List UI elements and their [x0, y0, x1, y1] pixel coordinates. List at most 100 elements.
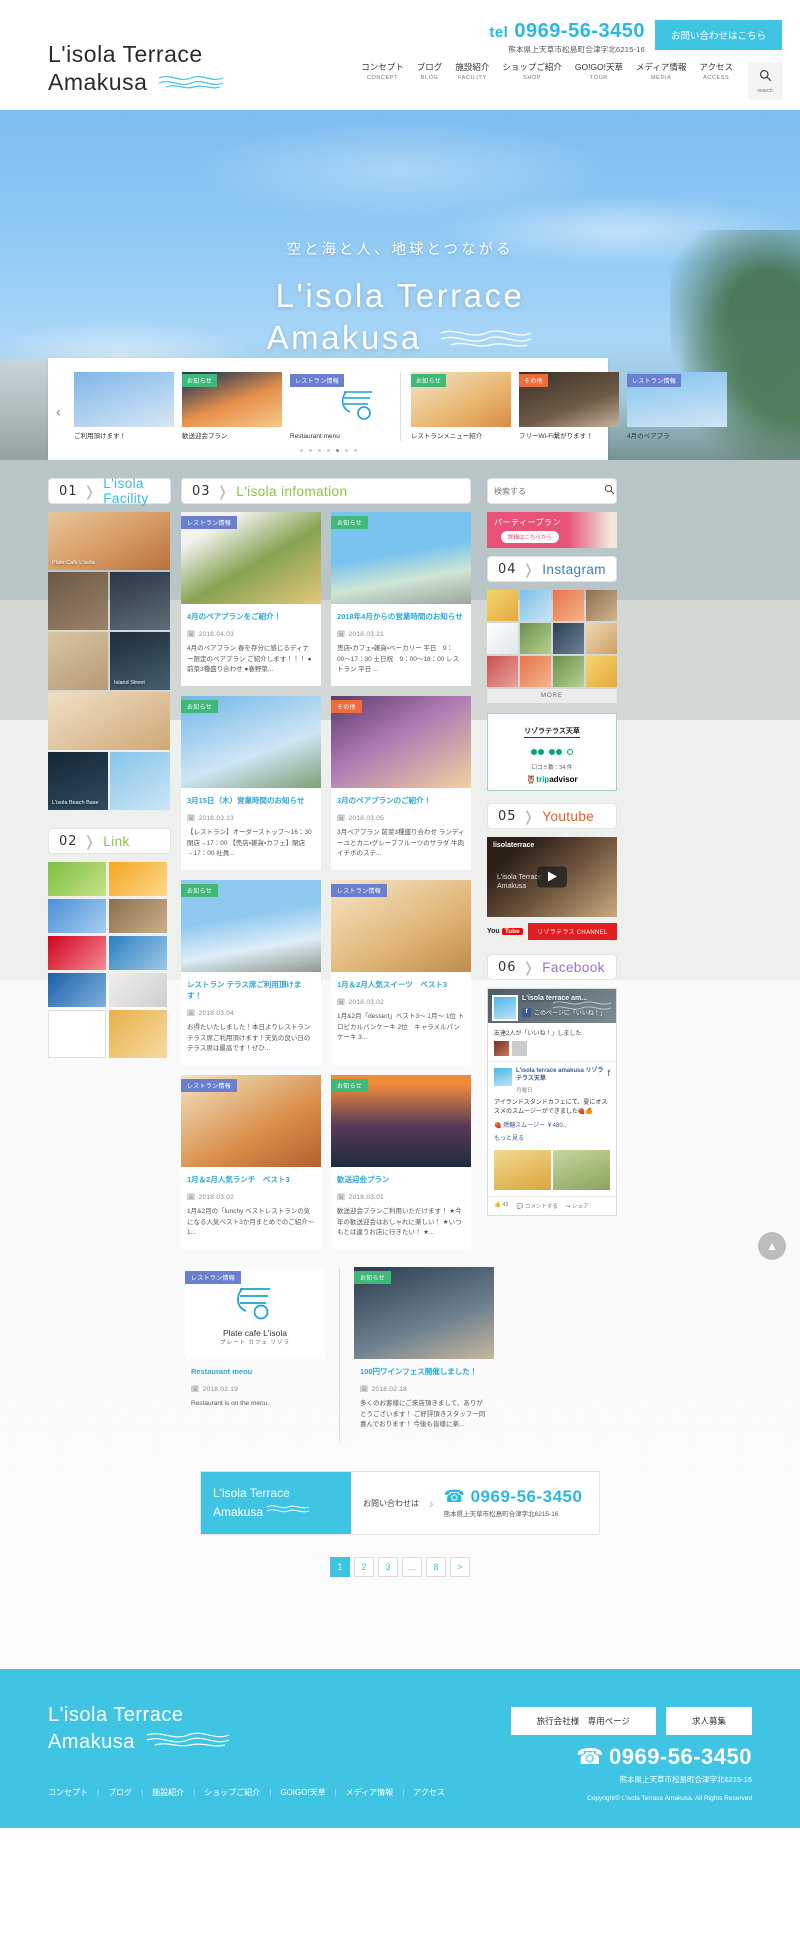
carousel-dots[interactable]	[48, 449, 608, 453]
instagram-photo[interactable]	[487, 623, 518, 654]
instagram-photo[interactable]	[553, 656, 584, 687]
instagram-more-button[interactable]: MORE	[487, 689, 617, 703]
footer-nav-facility[interactable]: 施設紹介	[143, 1787, 193, 1798]
tripadvisor-widget[interactable]: リゾラテラス天草 口コミ数：34 件 🦉tripadvisor	[487, 713, 617, 791]
youtube-video-player[interactable]: lisolaterrace L'isola Terrace Amakusa	[487, 837, 617, 917]
link-tile[interactable]	[109, 1010, 167, 1058]
facebook-post-link[interactable]: 🍓 燃糖スムージー ￥480...	[494, 1122, 610, 1132]
news-card[interactable]: レストラン情報 1月＆2月人気ランチ ベスト3 🗓 2018.03.02 1月&2…	[181, 1074, 321, 1249]
footer-logo[interactable]: L'isola Terrace Amakusa	[48, 1703, 231, 1757]
search-bar[interactable]	[487, 478, 617, 504]
nav-item-shop[interactable]: ショップご紹介 SHOP	[502, 62, 562, 81]
recruitment-button[interactable]: 求人募集	[665, 1707, 752, 1736]
link-tile[interactable]	[48, 899, 106, 933]
facility-tile[interactable]: Plate Cafe L'isola	[48, 512, 170, 570]
page-button-3[interactable]: 3	[378, 1557, 398, 1578]
footer-nav-media[interactable]: メディア情報	[337, 1787, 402, 1798]
facility-tile[interactable]: Island Street	[110, 632, 170, 690]
facebook-comment-action[interactable]: 💬 コメントする	[517, 1202, 558, 1210]
footer-telephone[interactable]: ☎ 0969-56-3450	[576, 1744, 752, 1770]
instagram-photo[interactable]	[586, 590, 617, 621]
section-header-youtube[interactable]: 05 ❭ Youtube	[487, 803, 617, 829]
news-card[interactable]: お知らせ レストラン テラス席ご利用頂けます！ 🗓 2018.03.04 お得たい…	[181, 880, 321, 1065]
instagram-photo[interactable]	[487, 656, 518, 687]
party-plan-banner[interactable]: パーティープラン 詳細はこちらから	[487, 512, 617, 548]
nav-item-media[interactable]: メディア情報 MEDIA	[636, 62, 686, 81]
carousel-dot[interactable]	[299, 449, 303, 453]
carousel-prev-button[interactable]: ‹	[56, 404, 61, 421]
link-tile[interactable]	[109, 862, 167, 896]
facebook-share-action[interactable]: ↪ シェア	[566, 1202, 589, 1210]
scroll-to-top-button[interactable]: ▲	[758, 1232, 786, 1260]
page-button-1[interactable]: 1	[330, 1557, 350, 1578]
section-header-facebook[interactable]: 06 ❭ Facebook	[487, 954, 617, 980]
facility-tile[interactable]	[110, 572, 170, 630]
instagram-photo[interactable]	[586, 656, 617, 687]
facility-tile[interactable]	[48, 632, 108, 690]
contact-strip-telephone[interactable]: ☎ 0969-56-3450	[444, 1487, 583, 1507]
carousel-dot[interactable]	[344, 449, 348, 453]
facebook-post-more[interactable]: もっと見る	[494, 1135, 610, 1145]
site-logo[interactable]: L'isola Terrace Amakusa	[48, 40, 224, 98]
news-card[interactable]: レストラン情報 1月＆2月人気スイーツ ベスト3 🗓 2018.03.02 1月&…	[331, 880, 471, 1065]
facility-tile[interactable]	[110, 752, 170, 810]
news-card[interactable]: レストラン情報 4月のペアプランをご紹介！ 🗓 2018.04.03 4月のペアプ…	[181, 512, 321, 687]
search-input[interactable]	[494, 486, 604, 496]
news-card[interactable]: レストラン情報 Plate cafe L'isola プレート カフェ リゾラ	[185, 1267, 325, 1441]
instagram-photo[interactable]	[487, 590, 518, 621]
carousel-item[interactable]: お知らせ 歓送迎会プラン	[182, 372, 282, 441]
carousel-item[interactable]: ご利用頂けます！	[74, 372, 174, 441]
section-header-link[interactable]: 02 ❭ Link	[48, 828, 171, 854]
link-tile[interactable]	[109, 899, 167, 933]
carousel-dot[interactable]	[353, 449, 357, 453]
instagram-photo[interactable]	[520, 623, 551, 654]
play-button-icon[interactable]	[537, 866, 567, 888]
news-card[interactable]: お知らせ 歓送迎会プラン 🗓 2018.03.01 歓送迎会プランご利用いただけま…	[331, 1074, 471, 1249]
nav-item-facility[interactable]: 施設紹介 FACILITY	[455, 62, 489, 81]
carousel-dot[interactable]	[308, 449, 312, 453]
nav-item-blog[interactable]: ブログ BLOG	[417, 62, 443, 81]
header-telephone[interactable]: tel 0969-56-3450	[489, 20, 645, 42]
contact-button[interactable]: お問い合わせはこちら	[654, 20, 782, 50]
instagram-photo[interactable]	[586, 623, 617, 654]
carousel-item[interactable]: レストラン情報 Restaurant menu	[290, 372, 390, 441]
facebook-like-action[interactable]: 👍 42	[494, 1202, 509, 1210]
link-tile[interactable]	[48, 1010, 106, 1058]
footer-nav-concept[interactable]: コンセプト	[48, 1787, 97, 1798]
carousel-item[interactable]: その他 フリーWi-Fi繋がります！	[519, 372, 619, 441]
contact-strip[interactable]: L'isola Terrace Amakusa お問い合わせは › ☎ 0969…	[200, 1471, 600, 1536]
nav-item-concept[interactable]: コンセプト CONCEPT	[361, 62, 404, 81]
carousel-dot[interactable]	[317, 449, 321, 453]
nav-item-access[interactable]: アクセス ACCESS	[699, 62, 733, 81]
carousel-item[interactable]: お知らせ レストランメニュー紹介	[411, 372, 511, 441]
search-icon[interactable]	[604, 482, 615, 500]
carousel-dot[interactable]	[326, 449, 330, 453]
facebook-like-row[interactable]: f このページに「いいね！」	[522, 1008, 606, 1017]
section-header-facility[interactable]: 01 ❭ L'isola Facility	[48, 476, 171, 506]
facility-tile[interactable]	[48, 572, 108, 630]
footer-nav-access[interactable]: アクセス	[404, 1787, 454, 1798]
facility-tile[interactable]: L'isola Beach Base	[48, 752, 108, 810]
section-header-information[interactable]: 03 ❭ L'isola infomation	[181, 478, 471, 504]
link-tile[interactable]	[109, 973, 167, 1007]
youtube-channel-button[interactable]: リゾラテラス CHANNEL	[527, 923, 617, 940]
news-card[interactable]: その他 3月のペアプランのご紹介！ 🗓 2018.03.05 3月ペアプラン 前菜…	[331, 696, 471, 871]
footer-nav-blog[interactable]: ブログ	[99, 1787, 141, 1798]
page-button-2[interactable]: 2	[354, 1557, 374, 1578]
link-tile[interactable]	[48, 973, 106, 1007]
link-tile[interactable]	[48, 862, 106, 896]
link-tile[interactable]	[48, 936, 106, 970]
footer-nav-shop[interactable]: ショップご紹介	[195, 1787, 269, 1798]
instagram-photo[interactable]	[553, 623, 584, 654]
section-header-instagram[interactable]: 04 ❭ Instagram	[487, 556, 617, 582]
instagram-photo[interactable]	[520, 590, 551, 621]
link-tile[interactable]	[109, 936, 167, 970]
news-card[interactable]: お知らせ 3月15日（木）営業時間のお知らせ 🗓 2018.03.13 【レストラ…	[181, 696, 321, 871]
header-search-button[interactable]: search	[748, 62, 782, 100]
carousel-dot-active[interactable]	[335, 449, 339, 453]
news-card[interactable]: お知らせ 2018年4月からの営業時間のお知らせ 🗓 2018.03.21 売店・…	[331, 512, 471, 687]
facebook-post-images[interactable]	[494, 1149, 610, 1190]
news-card[interactable]: お知らせ 100円ワインフェス開催しました！ 🗓 2018.02.18 多くのお客…	[354, 1267, 494, 1441]
page-button-8[interactable]: 8	[426, 1557, 446, 1578]
instagram-photo[interactable]	[520, 656, 551, 687]
